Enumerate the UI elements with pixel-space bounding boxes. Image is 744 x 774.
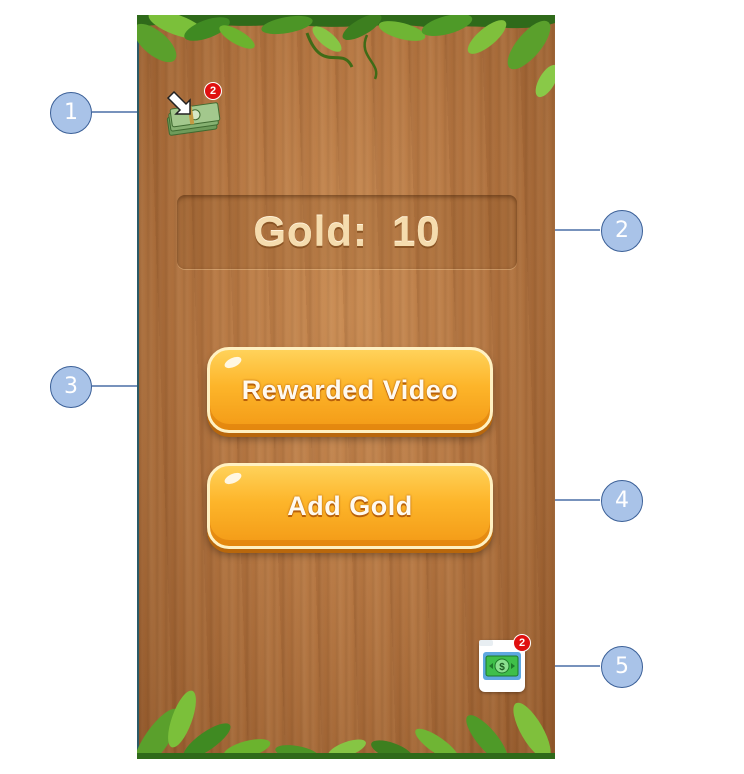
cash-bill-icon[interactable]: $ 2 [479, 634, 531, 692]
annotation-5: 5 [601, 646, 643, 688]
button-shine [222, 470, 244, 487]
rewarded-video-button[interactable]: Rewarded Video [207, 347, 493, 433]
rewarded-video-label: Rewarded Video [241, 374, 459, 405]
gold-value: 10 [391, 208, 441, 255]
add-gold-label: Add Gold [287, 490, 413, 521]
notification-badge: 2 [513, 634, 531, 652]
notification-badge: 2 [204, 82, 222, 100]
annotation-2: 2 [601, 210, 643, 252]
gold-display: Gold: 10 [177, 195, 517, 269]
add-gold-button[interactable]: Add Gold [207, 463, 493, 549]
annotation-1: 1 [50, 92, 92, 134]
annotation-4: 4 [601, 480, 643, 522]
button-shine [222, 354, 244, 371]
annotation-3: 3 [50, 366, 92, 408]
svg-text:$: $ [499, 662, 505, 673]
game-screen: 2 Gold: 10 Rewarded Video Add Gold $ 2 [137, 15, 555, 759]
money-stack-icon[interactable]: 2 [164, 82, 224, 140]
screen-edge [137, 15, 139, 759]
gold-label: Gold: [253, 208, 368, 255]
